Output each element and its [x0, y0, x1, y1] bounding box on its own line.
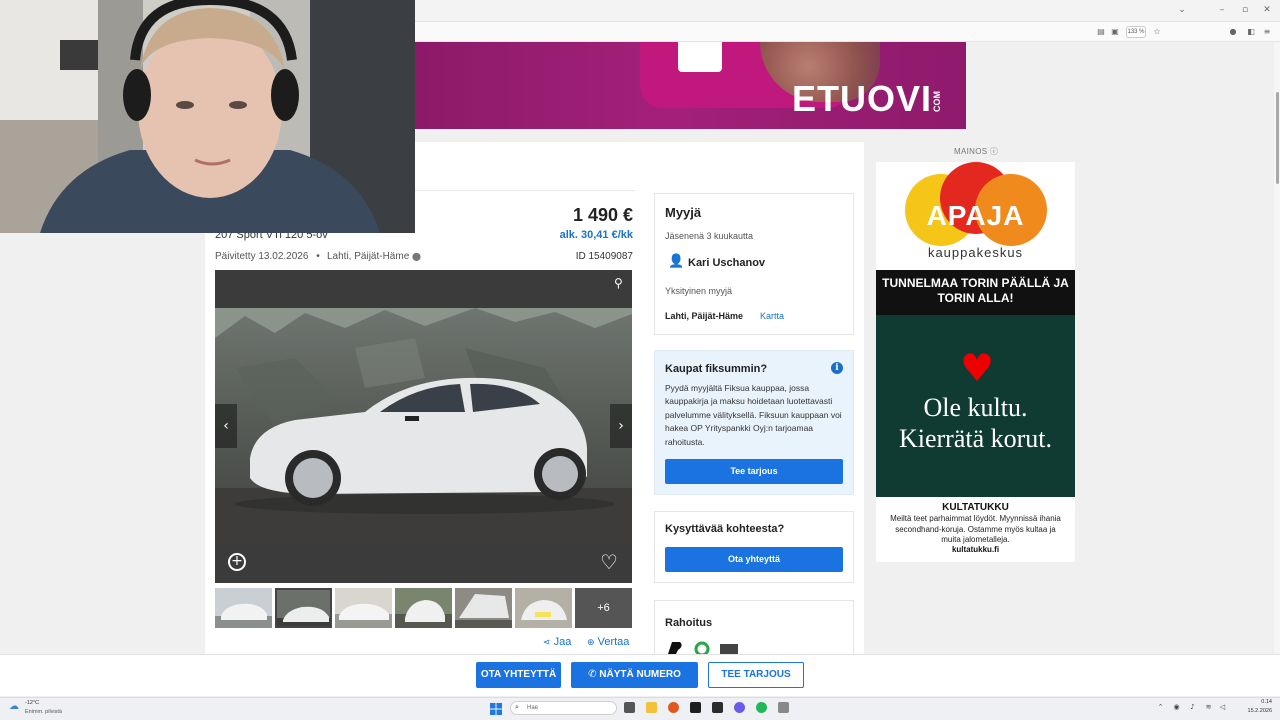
weather-temperature: -12°C — [25, 700, 40, 706]
finance-heading: Rahoitus — [665, 617, 713, 629]
add-icon[interactable]: + — [228, 553, 246, 571]
fiksu-heading: Kaupat fiksummin? — [665, 363, 768, 375]
ad-headline-1: Ole kultu. — [923, 393, 1028, 422]
next-photo-button[interactable]: › — [610, 404, 632, 448]
messenger-icon[interactable] — [734, 702, 745, 713]
weather-description: Enimm. pilvistä — [25, 709, 62, 715]
windows-taskbar — [0, 697, 1280, 720]
reader-icon[interactable]: ▤ — [1096, 27, 1106, 37]
info-icon[interactable]: ⓘ — [990, 147, 998, 156]
monthly-price-link[interactable]: alk. 30,41 €/kk — [520, 229, 633, 241]
listing-location: Lahti, Päijät-Häme — [327, 251, 410, 262]
weather-cloud-icon[interactable]: ☁ — [9, 702, 21, 712]
scrollbar-thumb[interactable] — [1276, 92, 1279, 184]
webcam-overlay — [0, 0, 415, 233]
photo-thumbnail[interactable] — [395, 588, 452, 628]
compare-link[interactable]: ⊕ Vertaa — [587, 636, 629, 648]
zoom-level[interactable]: 133 % — [1126, 26, 1146, 38]
compare-icon: ⊕ — [587, 638, 595, 648]
maximize-icon[interactable]: ▫ — [1238, 4, 1252, 16]
address-bar — [415, 22, 1280, 42]
menu-icon[interactable]: ≡ — [1262, 27, 1272, 37]
extensions-icon[interactable]: ◧ — [1246, 27, 1256, 37]
task-view-icon[interactable] — [624, 702, 635, 713]
photo-thumbnail[interactable] — [335, 588, 392, 628]
windows-start-icon[interactable] — [490, 702, 502, 715]
app-icon[interactable] — [712, 702, 723, 713]
minimize-icon[interactable]: – — [1215, 4, 1229, 16]
fiksu-description: Pyydä myyjältä Fiksua kauppaa, jossa kau… — [665, 383, 842, 447]
terminal-icon[interactable] — [690, 702, 701, 713]
volume-icon[interactable]: ◁ — [1218, 703, 1227, 712]
chevron-up-icon[interactable]: ⌃ — [1156, 703, 1165, 712]
search-icon: ⌕ — [515, 703, 519, 711]
photo-thumbnail[interactable] — [215, 588, 272, 628]
ad-text: Meiltä teet parhaimmat löydöt. Myynnissä… — [890, 514, 1061, 544]
heart-icon: ♥ — [959, 346, 995, 390]
seller-heading: Myyjä — [665, 205, 702, 220]
listing-price: 1 490 € — [572, 205, 633, 225]
taskbar-search[interactable]: Hae — [510, 701, 617, 715]
spotify-icon[interactable] — [756, 702, 767, 713]
more-photos-button[interactable]: +6 — [575, 588, 632, 628]
make-offer-outline-button[interactable]: TEE TARJOUS — [708, 662, 804, 688]
ad-headline-2: Kierrätä korut. — [898, 424, 1053, 453]
microphone-icon[interactable]: ♪ — [1188, 703, 1197, 712]
seller-location: Lahti, Päijät-Häme — [665, 311, 744, 321]
contact-seller-button[interactable]: OTA YHTEYTTÄ — [476, 662, 561, 688]
heart-icon[interactable]: ♡ — [598, 551, 620, 573]
map-link[interactable]: Kartta — [760, 311, 784, 321]
banner-logo-suffix: COM — [932, 91, 942, 112]
apaja-name: APAJA — [926, 200, 1025, 231]
clock-date[interactable]: 15.2.2026 — [1232, 708, 1272, 714]
ad-company: KULTATUKKU — [942, 502, 1009, 513]
listing-id: ID 15409087 — [575, 251, 633, 262]
zoom-in-icon[interactable]: ⚲ — [614, 276, 628, 290]
clock-time[interactable]: 0.14 — [1242, 699, 1272, 705]
photo-thumbnail[interactable] — [455, 588, 512, 628]
show-number-button[interactable]: ✆ NÄYTÄ NUMERO — [571, 662, 698, 688]
finance-partner-logos — [666, 640, 746, 654]
share-link[interactable]: ⋖ Jaa — [543, 636, 571, 648]
file-explorer-icon[interactable] — [646, 702, 657, 713]
location-pin-icon: ⬤ — [412, 252, 421, 261]
screenshot-icon[interactable]: ▣ — [1110, 27, 1120, 37]
banner-logo: ETUOVI — [792, 78, 933, 119]
share-icon: ⋖ — [543, 638, 551, 648]
apaja-slogan: TUNNELMAA TORIN PÄÄLLÄ JA TORIN ALLA! — [882, 276, 1069, 305]
firefox-icon[interactable] — [668, 702, 679, 713]
photo-thumbnail-selected[interactable] — [275, 588, 332, 628]
ad-url[interactable]: kultatukku.fi — [876, 545, 1075, 554]
member-since: Jäsenenä 3 kuukautta — [665, 231, 754, 241]
banner-document-icon — [678, 42, 722, 72]
updated-date: Päivitetty 13.02.2026 • — [215, 251, 320, 262]
apaja-subtitle: kauppakeskus — [927, 245, 1024, 260]
phone-icon: ✆ — [588, 669, 597, 680]
chevron-down-icon[interactable]: ⌄ — [1175, 4, 1189, 16]
star-icon[interactable]: ☆ — [1152, 27, 1162, 37]
seller-name: Kari Uschanov — [688, 257, 766, 269]
make-offer-button[interactable]: Tee tarjous — [665, 459, 843, 484]
info-icon[interactable]: i — [831, 362, 843, 374]
main-photo[interactable] — [215, 308, 632, 544]
previous-photo-button[interactable]: ‹ — [215, 404, 237, 448]
wifi-icon[interactable]: ≋ — [1204, 703, 1213, 712]
person-icon: 👤 — [668, 254, 685, 269]
account-icon[interactable]: ● — [1228, 27, 1238, 37]
photo-thumbnail[interactable] — [515, 588, 572, 628]
question-heading: Kysyttävää kohteesta? — [665, 523, 785, 535]
contact-button[interactable]: Ota yhteyttä — [665, 547, 843, 572]
ad-label: MAINOS ⓘ — [954, 147, 999, 156]
seller-type: Yksityinen myyjä — [665, 286, 733, 296]
close-icon[interactable]: ✕ — [1260, 4, 1274, 16]
settings-icon[interactable] — [778, 702, 789, 713]
tray-app-icon[interactable]: ◉ — [1172, 703, 1181, 712]
